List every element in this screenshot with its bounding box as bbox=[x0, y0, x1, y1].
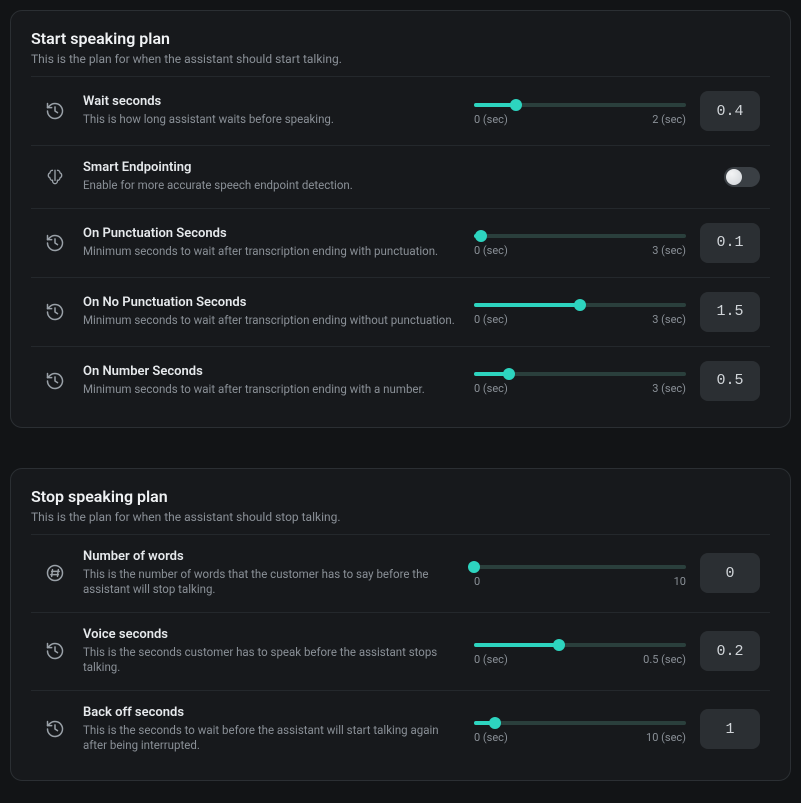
wait-seconds-slider[interactable]: 0 (sec) 2 (sec) bbox=[474, 97, 686, 126]
number-value[interactable]: 0.5 bbox=[700, 361, 760, 401]
number-row: On Number Seconds Minimum seconds to wai… bbox=[31, 346, 770, 415]
history-icon bbox=[41, 229, 69, 257]
voice-row: Voice seconds This is the seconds custom… bbox=[31, 612, 770, 690]
words-max-label: 10 bbox=[674, 575, 686, 588]
history-icon bbox=[41, 367, 69, 395]
nopunct-min-label: 0 (sec) bbox=[474, 313, 508, 326]
history-icon bbox=[41, 715, 69, 743]
backoff-row: Back off seconds This is the seconds to … bbox=[31, 690, 770, 768]
smart-endpointing-row: Smart Endpointing Enable for more accura… bbox=[31, 145, 770, 208]
number-slider[interactable]: 0 (sec) 3 (sec) bbox=[474, 366, 686, 395]
history-icon bbox=[41, 298, 69, 326]
wait-seconds-value[interactable]: 0.4 bbox=[700, 91, 760, 131]
voice-min-label: 0 (sec) bbox=[474, 653, 508, 666]
nopunct-max-label: 3 (sec) bbox=[652, 313, 686, 326]
punctuation-text: On Punctuation Seconds Minimum seconds t… bbox=[83, 226, 460, 260]
backoff-slider[interactable]: 0 (sec) 10 (sec) bbox=[474, 715, 686, 744]
backoff-text: Back off seconds This is the seconds to … bbox=[83, 705, 460, 754]
backoff-max-label: 10 (sec) bbox=[646, 731, 686, 744]
voice-label: Voice seconds bbox=[83, 627, 460, 642]
smart-endpointing-text: Smart Endpointing Enable for more accura… bbox=[83, 160, 710, 194]
history-icon bbox=[41, 97, 69, 125]
wait-seconds-row: Wait seconds This is how long assistant … bbox=[31, 76, 770, 145]
wait-seconds-label: Wait seconds bbox=[83, 94, 460, 109]
brain-icon bbox=[41, 163, 69, 191]
number-min-label: 0 (sec) bbox=[474, 382, 508, 395]
voice-value[interactable]: 0.2 bbox=[700, 631, 760, 671]
voice-slider[interactable]: 0 (sec) 0.5 (sec) bbox=[474, 637, 686, 666]
words-min-label: 0 bbox=[474, 575, 480, 588]
punctuation-value[interactable]: 0.1 bbox=[700, 223, 760, 263]
punctuation-slider[interactable]: 0 (sec) 3 (sec) bbox=[474, 228, 686, 257]
backoff-min-label: 0 (sec) bbox=[474, 731, 508, 744]
number-label: On Number Seconds bbox=[83, 364, 460, 379]
wait-max-label: 2 (sec) bbox=[652, 113, 686, 126]
words-label: Number of words bbox=[83, 549, 460, 564]
words-text: Number of words This is the number of wo… bbox=[83, 549, 460, 598]
backoff-label: Back off seconds bbox=[83, 705, 460, 720]
backoff-desc: This is the seconds to wait before the a… bbox=[83, 723, 460, 754]
no-punctuation-desc: Minimum seconds to wait after transcript… bbox=[83, 313, 460, 329]
start-subtitle: This is the plan for when the assistant … bbox=[31, 52, 770, 66]
words-value[interactable]: 0 bbox=[700, 553, 760, 593]
smart-endpointing-toggle[interactable] bbox=[724, 167, 760, 187]
backoff-value[interactable]: 1 bbox=[700, 709, 760, 749]
number-desc: Minimum seconds to wait after transcript… bbox=[83, 382, 460, 398]
start-title: Start speaking plan bbox=[31, 29, 770, 48]
punctuation-row: On Punctuation Seconds Minimum seconds t… bbox=[31, 208, 770, 277]
hash-icon bbox=[41, 559, 69, 587]
smart-endpointing-desc: Enable for more accurate speech endpoint… bbox=[83, 178, 710, 194]
wait-seconds-desc: This is how long assistant waits before … bbox=[83, 112, 460, 128]
stop-title: Stop speaking plan bbox=[31, 487, 770, 506]
no-punctuation-row: On No Punctuation Seconds Minimum second… bbox=[31, 277, 770, 346]
voice-max-label: 0.5 (sec) bbox=[643, 653, 686, 666]
words-row: Number of words This is the number of wo… bbox=[31, 534, 770, 612]
number-max-label: 3 (sec) bbox=[652, 382, 686, 395]
words-desc: This is the number of words that the cus… bbox=[83, 567, 460, 598]
toggle-knob bbox=[726, 169, 742, 185]
wait-seconds-text: Wait seconds This is how long assistant … bbox=[83, 94, 460, 128]
no-punctuation-text: On No Punctuation Seconds Minimum second… bbox=[83, 295, 460, 329]
punct-min-label: 0 (sec) bbox=[474, 244, 508, 257]
smart-endpointing-label: Smart Endpointing bbox=[83, 160, 710, 175]
words-slider[interactable]: 0 10 bbox=[474, 559, 686, 588]
start-speaking-panel: Start speaking plan This is the plan for… bbox=[10, 10, 791, 428]
stop-speaking-panel: Stop speaking plan This is the plan for … bbox=[10, 468, 791, 781]
punct-max-label: 3 (sec) bbox=[652, 244, 686, 257]
stop-subtitle: This is the plan for when the assistant … bbox=[31, 510, 770, 524]
wait-min-label: 0 (sec) bbox=[474, 113, 508, 126]
no-punctuation-label: On No Punctuation Seconds bbox=[83, 295, 460, 310]
no-punctuation-value[interactable]: 1.5 bbox=[700, 292, 760, 332]
voice-desc: This is the seconds customer has to spea… bbox=[83, 645, 460, 676]
punctuation-label: On Punctuation Seconds bbox=[83, 226, 460, 241]
history-icon bbox=[41, 637, 69, 665]
no-punctuation-slider[interactable]: 0 (sec) 3 (sec) bbox=[474, 297, 686, 326]
punctuation-desc: Minimum seconds to wait after transcript… bbox=[83, 244, 460, 260]
voice-text: Voice seconds This is the seconds custom… bbox=[83, 627, 460, 676]
number-text: On Number Seconds Minimum seconds to wai… bbox=[83, 364, 460, 398]
